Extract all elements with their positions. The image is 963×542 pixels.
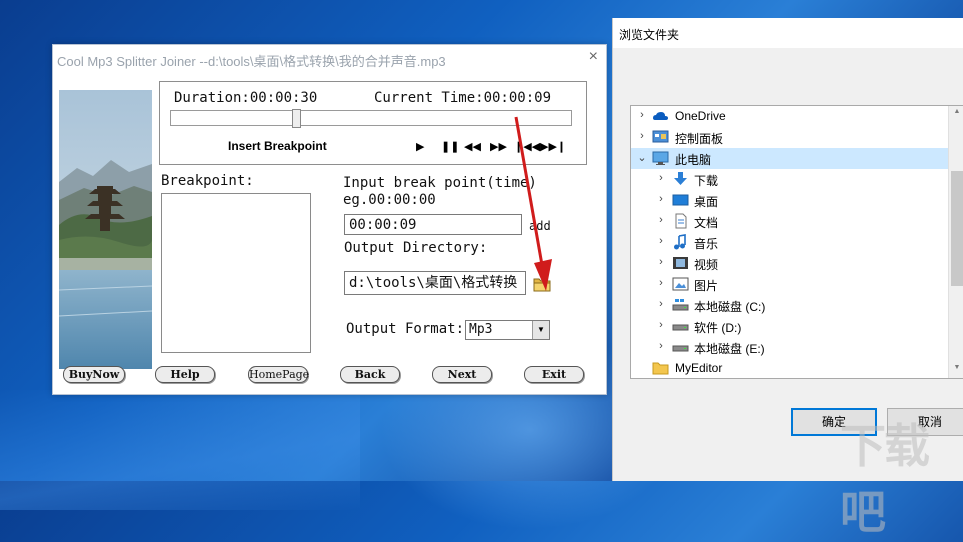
- insert-breakpoint-button[interactable]: Insert Breakpoint: [228, 139, 327, 153]
- output-directory-input[interactable]: d:\tools\桌面\格式转换: [344, 271, 526, 295]
- tree-item-documents[interactable]: › 文档: [631, 211, 951, 232]
- help-button[interactable]: Help: [155, 366, 215, 383]
- music-icon: [672, 234, 689, 250]
- desktop-icon: [672, 192, 689, 208]
- chevron-right-icon[interactable]: ›: [655, 172, 667, 184]
- folder-tree[interactable]: › OneDrive › 控制面板 ⌄ 此电脑 › 下载 › 桌面 › 文档 ›…: [630, 105, 963, 379]
- drive-icon: [672, 297, 689, 313]
- dialog-titlebar[interactable]: 浏览文件夹: [613, 18, 963, 48]
- homepage-button[interactable]: HomePage: [248, 366, 309, 383]
- tree-item-label: 下载: [694, 174, 719, 188]
- tree-item-label: OneDrive: [675, 109, 726, 123]
- document-icon: [672, 213, 689, 229]
- tree-item-label: 桌面: [694, 195, 719, 209]
- duration-label: Duration:00:00:30: [174, 90, 318, 106]
- output-format-value: Mp3: [469, 322, 493, 337]
- tree-item-onedrive[interactable]: › OneDrive: [631, 106, 951, 127]
- trackbar-thumb[interactable]: [292, 109, 301, 128]
- tree-item-desktop[interactable]: › 桌面: [631, 190, 951, 211]
- landscape-image: [59, 90, 152, 369]
- chevron-right-icon[interactable]: ›: [655, 193, 667, 205]
- cloud-icon: [652, 108, 669, 124]
- annotation-arrow: [514, 116, 552, 291]
- tree-item-myeditor[interactable]: MyEditor: [631, 358, 951, 378]
- tree-item-videos[interactable]: › 视频: [631, 253, 951, 274]
- breakpoint-list[interactable]: [161, 193, 311, 353]
- chevron-down-icon[interactable]: ⌄: [636, 151, 648, 164]
- drive-icon: [672, 339, 689, 355]
- tree-item-label: 本地磁盘 (C:): [694, 300, 766, 314]
- chevron-right-icon[interactable]: ›: [655, 277, 667, 289]
- tree-item-label: 音乐: [694, 237, 719, 251]
- rewind-icon[interactable]: ◀◀: [464, 140, 481, 153]
- picture-icon: [672, 276, 689, 292]
- play-icon[interactable]: ▶: [416, 140, 424, 153]
- chevron-right-icon[interactable]: ›: [655, 256, 667, 268]
- output-format-label: Output Format:: [346, 321, 465, 337]
- tree-item-music[interactable]: › 音乐: [631, 232, 951, 253]
- chevron-right-icon[interactable]: ›: [655, 298, 667, 310]
- scroll-up-icon[interactable]: ▲: [949, 108, 963, 115]
- tree-item-this-pc[interactable]: ⌄ 此电脑: [631, 148, 951, 169]
- tree-item-drive-e[interactable]: › 本地磁盘 (E:): [631, 337, 951, 358]
- chevron-right-icon[interactable]: ›: [636, 130, 648, 142]
- folder-icon: [652, 360, 669, 376]
- tree-item-label: 本地磁盘 (E:): [694, 342, 765, 356]
- watermark-logo: 下载吧: [840, 420, 930, 538]
- desktop-light-streak: [0, 390, 360, 510]
- next-button[interactable]: Next: [432, 366, 492, 383]
- tree-scrollbar[interactable]: ▲ ▼: [948, 106, 963, 378]
- drive-icon: [672, 318, 689, 334]
- break-point-input[interactable]: 00:00:09: [344, 214, 522, 235]
- current-time-label: Current Time:00:00:09: [374, 90, 552, 106]
- tree-item-label: 软件 (D:): [694, 321, 742, 335]
- tree-item-control-panel[interactable]: › 控制面板: [631, 127, 951, 148]
- chevron-right-icon[interactable]: ›: [636, 109, 648, 121]
- tree-item-downloads[interactable]: › 下载: [631, 169, 951, 190]
- window-title: Cool Mp3 Splitter Joiner --d:\tools\桌面\格…: [57, 54, 446, 69]
- tree-item-drive-c[interactable]: › 本地磁盘 (C:): [631, 295, 951, 316]
- download-icon: [672, 171, 689, 187]
- tree-item-pictures[interactable]: › 图片: [631, 274, 951, 295]
- scroll-down-icon[interactable]: ▼: [949, 364, 963, 371]
- output-format-select[interactable]: Mp3 ▼: [465, 320, 550, 340]
- exit-button[interactable]: Exit: [524, 366, 584, 383]
- chevron-right-icon[interactable]: ›: [655, 214, 667, 226]
- close-icon[interactable]: ×: [589, 48, 598, 66]
- back-button[interactable]: Back: [340, 366, 400, 383]
- output-directory-label: Output Directory:: [344, 240, 488, 256]
- chevron-right-icon[interactable]: ›: [655, 340, 667, 352]
- tree-item-label: 控制面板: [675, 132, 724, 146]
- buynow-button[interactable]: BuyNow: [63, 366, 125, 383]
- video-icon: [672, 255, 689, 271]
- chevron-right-icon[interactable]: ›: [655, 319, 667, 331]
- dialog-title: 浏览文件夹: [619, 28, 680, 42]
- tree-item-label: 图片: [694, 279, 719, 293]
- pause-icon[interactable]: ❚❚: [441, 140, 459, 153]
- chevron-right-icon[interactable]: ›: [655, 235, 667, 247]
- computer-icon: [652, 150, 669, 166]
- tree-item-label: 文档: [694, 216, 719, 230]
- tree-item-label: 视频: [694, 258, 719, 272]
- tree-item-label: MyEditor: [675, 361, 723, 375]
- tree-item-drive-d[interactable]: › 软件 (D:): [631, 316, 951, 337]
- tree-item-label: 此电脑: [675, 153, 712, 167]
- control-panel-icon: [652, 129, 669, 145]
- scrollbar-thumb[interactable]: [951, 171, 963, 286]
- chevron-down-icon[interactable]: ▼: [532, 321, 549, 339]
- splitter-titlebar[interactable]: Cool Mp3 Splitter Joiner --d:\tools\桌面\格…: [53, 45, 606, 73]
- breakpoint-label: Breakpoint:: [161, 173, 254, 189]
